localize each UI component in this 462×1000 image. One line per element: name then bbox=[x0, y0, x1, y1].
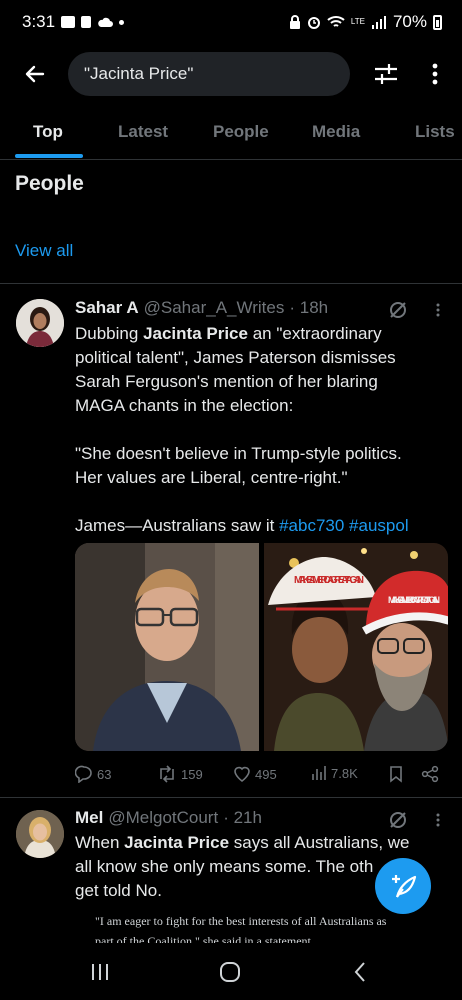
alarm-icon bbox=[307, 17, 320, 29]
repost-icon bbox=[160, 765, 174, 783]
signal-icon bbox=[371, 16, 386, 29]
bookmark-button[interactable] bbox=[389, 765, 403, 783]
tweet-actions: 63 159 495 7.8K bbox=[75, 765, 445, 785]
avatar[interactable] bbox=[16, 810, 64, 858]
tweet-body: Dubbing Jacinta Price an "extraordinary … bbox=[75, 322, 450, 538]
gallery-notification-icon bbox=[61, 16, 76, 28]
tweet-divider bbox=[0, 797, 462, 798]
tweet-line: political talent", James Paterson dismis… bbox=[75, 348, 396, 367]
search-header: "Jacinta Price" bbox=[0, 44, 462, 104]
home-button[interactable] bbox=[210, 958, 250, 986]
views-chart-icon bbox=[312, 766, 326, 780]
more-options-button[interactable] bbox=[420, 52, 450, 96]
tweet-line: "She doesn't believe in Trump-style poli… bbox=[75, 444, 402, 463]
feather-plus-icon bbox=[392, 875, 417, 898]
tweet-line: When Jacinta Price says all Australians,… bbox=[75, 833, 410, 852]
media-image-left[interactable] bbox=[75, 543, 260, 751]
tab-lists-label: Lists bbox=[415, 122, 455, 141]
tweet-media[interactable]: MAKE AMERICA GREAT AGAIN MAKE AMERICA GR… bbox=[75, 543, 448, 751]
view-all-link[interactable]: View all bbox=[15, 241, 73, 261]
cloud-icon bbox=[98, 17, 114, 27]
tab-media[interactable]: Media bbox=[312, 106, 360, 158]
hat-text-right: MAKE AMERICA GREAT AGAIN bbox=[388, 595, 440, 605]
tweet-line: Sarah Ferguson's mention of her blaring bbox=[75, 372, 378, 391]
like-count: 495 bbox=[255, 766, 277, 782]
back-nav-button[interactable] bbox=[340, 958, 380, 986]
bookmark-icon bbox=[390, 766, 402, 783]
sliders-icon bbox=[375, 64, 397, 84]
quoted-article-text: "I am eager to fight for the best intere… bbox=[95, 911, 445, 943]
search-input[interactable]: "Jacinta Price" bbox=[68, 52, 350, 96]
chevron-left-icon bbox=[354, 962, 365, 982]
tweet-header: Sahar A @Sahar_A_Writes · 18h bbox=[75, 298, 328, 318]
home-icon bbox=[220, 962, 240, 982]
tweet-line: MAGA chants in the election: bbox=[75, 396, 294, 415]
reply-icon bbox=[75, 765, 92, 783]
grok-icon[interactable] bbox=[388, 810, 408, 830]
repost-count: 159 bbox=[181, 766, 203, 782]
status-time: 3:31 bbox=[22, 12, 56, 31]
battery-icon bbox=[433, 14, 442, 30]
network-label: LTE bbox=[350, 17, 365, 26]
hashtag-auspol[interactable]: #auspol bbox=[349, 516, 409, 535]
tab-people-label: People bbox=[213, 122, 269, 141]
tweet-line: Her values are Liberal, centre-right." bbox=[75, 468, 348, 487]
tweet-more-icon[interactable] bbox=[428, 300, 448, 320]
grok-icon[interactable] bbox=[388, 300, 408, 320]
filter-button[interactable] bbox=[366, 52, 406, 96]
author-handle[interactable]: @Sahar_A_Writes bbox=[144, 298, 285, 318]
compose-post-button[interactable] bbox=[375, 858, 431, 914]
quote-line: part of the Coalition," she said in a st… bbox=[95, 934, 311, 943]
hat-text-left: MAKE AMERICA GREAT AGAIN bbox=[294, 575, 364, 586]
recent-apps-button[interactable] bbox=[80, 958, 120, 986]
tab-people[interactable]: People bbox=[213, 106, 269, 158]
views-button[interactable]: 7.8K bbox=[311, 765, 358, 781]
people-section-heading: People bbox=[15, 172, 84, 195]
heart-icon bbox=[234, 766, 250, 782]
sim-notification-icon bbox=[81, 16, 92, 28]
search-query: "Jacinta Price" bbox=[84, 64, 194, 83]
view-count: 7.8K bbox=[331, 765, 358, 781]
tweet-more-icon[interactable] bbox=[428, 810, 448, 830]
tweet-header: Mel @MelgotCourt · 21h bbox=[75, 808, 262, 828]
active-tab-indicator bbox=[15, 154, 83, 158]
tab-latest[interactable]: Latest bbox=[118, 106, 168, 158]
share-button[interactable] bbox=[421, 765, 439, 783]
more-notifications-dot bbox=[119, 19, 125, 25]
tweet-line: James—Australians saw it #abc730 #auspol bbox=[75, 516, 409, 535]
author-name[interactable]: Sahar A bbox=[75, 298, 139, 318]
search-tabs: Top Latest People Media Lists bbox=[0, 106, 462, 160]
battery-percent: 70% bbox=[392, 12, 427, 31]
tab-top[interactable]: Top bbox=[33, 106, 63, 158]
tweet-time: · 18h bbox=[289, 298, 329, 317]
recent-apps-icon bbox=[92, 964, 108, 980]
repost-button[interactable]: 159 bbox=[157, 765, 203, 783]
reply-count: 63 bbox=[97, 766, 112, 782]
status-bar: 3:31 LTE 70% bbox=[0, 0, 462, 44]
quote-line: "I am eager to fight for the best intere… bbox=[95, 914, 387, 928]
back-button[interactable] bbox=[6, 52, 64, 96]
reply-button[interactable]: 63 bbox=[75, 765, 111, 783]
tab-top-label: Top bbox=[33, 122, 63, 141]
media-image-right[interactable]: MAKE AMERICA GREAT AGAIN MAKE AMERICA GR… bbox=[263, 543, 448, 751]
tweet-line: Dubbing Jacinta Price an "extraordinary bbox=[75, 324, 382, 343]
system-navigation-bar bbox=[0, 944, 462, 1000]
tab-lists[interactable]: Lists bbox=[415, 106, 455, 158]
wifi-icon bbox=[327, 16, 345, 27]
author-name[interactable]: Mel bbox=[75, 808, 103, 828]
arrow-left-icon bbox=[25, 65, 45, 83]
lock-icon bbox=[289, 15, 300, 29]
tab-latest-label: Latest bbox=[118, 122, 169, 141]
share-icon bbox=[421, 765, 439, 783]
hashtag-abc730[interactable]: #abc730 bbox=[279, 516, 344, 535]
author-handle[interactable]: @MelgotCourt bbox=[108, 808, 218, 828]
avatar[interactable] bbox=[16, 299, 64, 347]
like-button[interactable]: 495 bbox=[233, 765, 277, 783]
tweet-time: · 21h bbox=[223, 808, 262, 827]
section-divider bbox=[0, 283, 462, 284]
tab-media-label: Media bbox=[312, 122, 361, 141]
kebab-menu-icon bbox=[432, 63, 438, 85]
